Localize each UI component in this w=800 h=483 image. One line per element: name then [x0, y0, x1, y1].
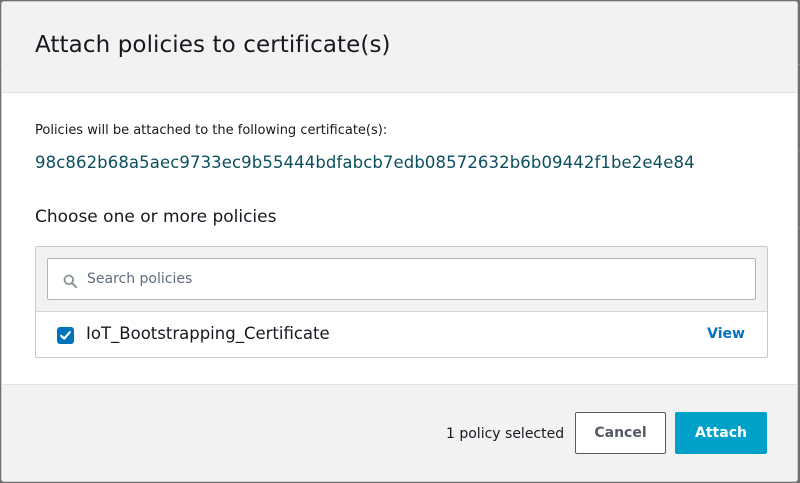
attach-policies-modal: Attach policies to certificate(s) Polici…	[1, 1, 798, 482]
checkmark-icon	[60, 331, 71, 340]
search-field[interactable]	[47, 258, 756, 300]
selected-count-text: 1 policy selected	[446, 426, 565, 442]
search-policies-input[interactable]	[87, 259, 747, 299]
modal-header: Attach policies to certificate(s)	[2, 2, 797, 93]
search-icon	[63, 273, 77, 288]
certificate-id: 98c862b68a5aec9733ec9b55444bdfabcb7edb08…	[35, 153, 695, 172]
modal-footer: 1 policy selected Cancel Attach	[2, 384, 797, 481]
modal-body: Policies will be attached to the followi…	[2, 93, 797, 384]
choose-policies-label: Choose one or more policies	[35, 207, 277, 227]
policy-checkbox[interactable]	[57, 327, 74, 344]
policy-name: IoT_Bootstrapping_Certificate	[86, 324, 330, 343]
view-policy-link[interactable]: View	[707, 326, 745, 342]
certificate-intro-text: Policies will be attached to the followi…	[35, 123, 388, 138]
modal-title: Attach policies to certificate(s)	[35, 32, 391, 58]
policy-list-item[interactable]: IoT_Bootstrapping_Certificate View	[36, 312, 767, 358]
policy-selector: IoT_Bootstrapping_Certificate View	[35, 246, 768, 358]
policy-search-bar	[36, 247, 767, 312]
cancel-button[interactable]: Cancel	[575, 412, 666, 454]
attach-button[interactable]: Attach	[675, 412, 767, 454]
